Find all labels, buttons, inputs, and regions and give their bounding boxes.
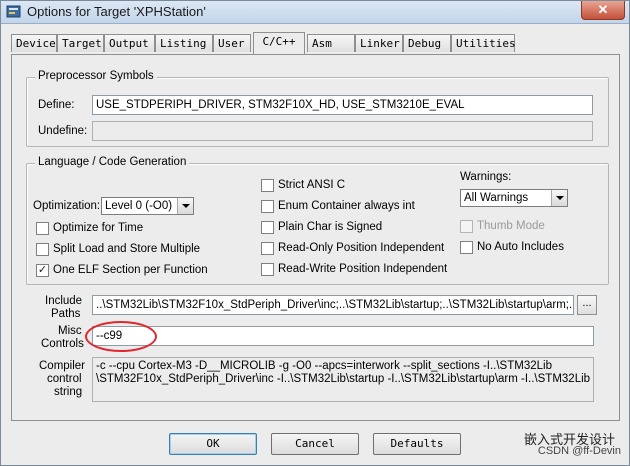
compiler-label-3: string [54,386,83,398]
one-elf-label: One ELF Section per Function [53,264,208,276]
enum-container-label: Enum Container always int [278,200,415,212]
include-label-2: Paths [51,308,81,320]
include-label-1: Include [45,295,83,307]
strict-ansi-label: Strict ANSI C [278,179,346,191]
undefine-field[interactable] [92,121,593,141]
preprocessor-group-title: Preprocessor Symbols [35,70,157,82]
no-auto-includes-label: No Auto Includes [477,241,564,253]
misc-label-2: Controls [41,338,84,350]
warnings-value: All Warnings [464,192,529,204]
include-paths-field[interactable]: ..\STM32Lib\STM32F10x_StdPeriph_Driver\i… [92,295,574,315]
checkbox-box[interactable] [261,221,274,234]
tab-debug[interactable]: Debug [403,34,451,52]
checkbox-box[interactable] [261,200,274,213]
misc-controls-highlight [85,321,157,352]
warnings-select[interactable]: All Warnings [460,189,568,207]
checkbox-box[interactable] [36,222,49,235]
misc-label-1: Misc [58,325,82,337]
optimization-label: Optimization: [33,200,101,212]
optimize-time-label: Optimize for Time [53,222,144,234]
compiler-control-string: -c --cpu Cortex-M3 -D__MICROLIB -g -O0 -… [92,357,594,402]
checkbox-box[interactable] [36,243,49,256]
tab-device[interactable]: Device [11,34,57,52]
tab-asm[interactable]: Asm [307,34,355,52]
define-field[interactable]: USE_STDPERIPH_DRIVER, STM32F10X_HD, USE_… [92,95,593,115]
ok-button[interactable]: OK [169,433,257,455]
tab-output[interactable]: Output [104,34,155,52]
tab-listing[interactable]: Listing [155,34,213,52]
c-cpp-panel: Preprocessor Symbols Define: USE_STDPERI… [11,54,620,421]
define-label: Define: [38,99,75,111]
warnings-label: Warnings: [460,171,512,183]
chevron-down-icon[interactable] [177,198,193,214]
optimization-value: Level 0 (-O0) [105,200,173,212]
options-dialog: Options for Target 'XPHStation' ✕ Device… [0,0,630,466]
undefine-label: Undefine: [38,125,88,137]
keil-app-icon [6,5,21,18]
close-button[interactable]: ✕ [581,1,625,20]
tab-user[interactable]: User [213,34,251,52]
optimization-select[interactable]: Level 0 (-O0) [101,197,194,215]
cancel-button[interactable]: Cancel [271,433,359,455]
plain-char-label: Plain Char is Signed [278,221,383,233]
title-bar[interactable]: Options for Target 'XPHStation' ✕ [1,1,629,24]
include-browse-button[interactable]: ... [577,295,597,315]
watermark-credit: CSDN @ff-Devin [537,445,621,457]
defaults-button[interactable]: Defaults [373,433,461,455]
tab-utilities[interactable]: Utilities [451,34,516,52]
rw-pi-label: Read-Write Position Independent [278,263,448,275]
compiler-label-1: Compiler [39,360,86,372]
checkbox-box[interactable] [261,179,274,192]
checkbox-box [460,220,473,233]
tab-linker[interactable]: Linker [355,34,403,52]
checkbox-box[interactable] [261,263,274,276]
misc-controls-field[interactable]: --c99 [92,326,594,346]
window-title: Options for Target 'XPHStation' [27,4,206,19]
tab-c-cpp[interactable]: C/C++ [253,32,305,54]
checkbox-box[interactable] [460,241,473,254]
ro-pi-label: Read-Only Position Independent [278,242,445,254]
chevron-down-icon[interactable] [551,190,567,206]
language-group-title: Language / Code Generation [35,156,190,168]
split-load-label: Split Load and Store Multiple [53,243,201,255]
tab-target[interactable]: Target [57,34,104,52]
compiler-label-2: control [47,373,82,385]
checkbox-box-checked[interactable]: ✓ [36,264,49,277]
thumb-mode-label: Thumb Mode [477,220,545,232]
checkbox-box[interactable] [261,242,274,255]
